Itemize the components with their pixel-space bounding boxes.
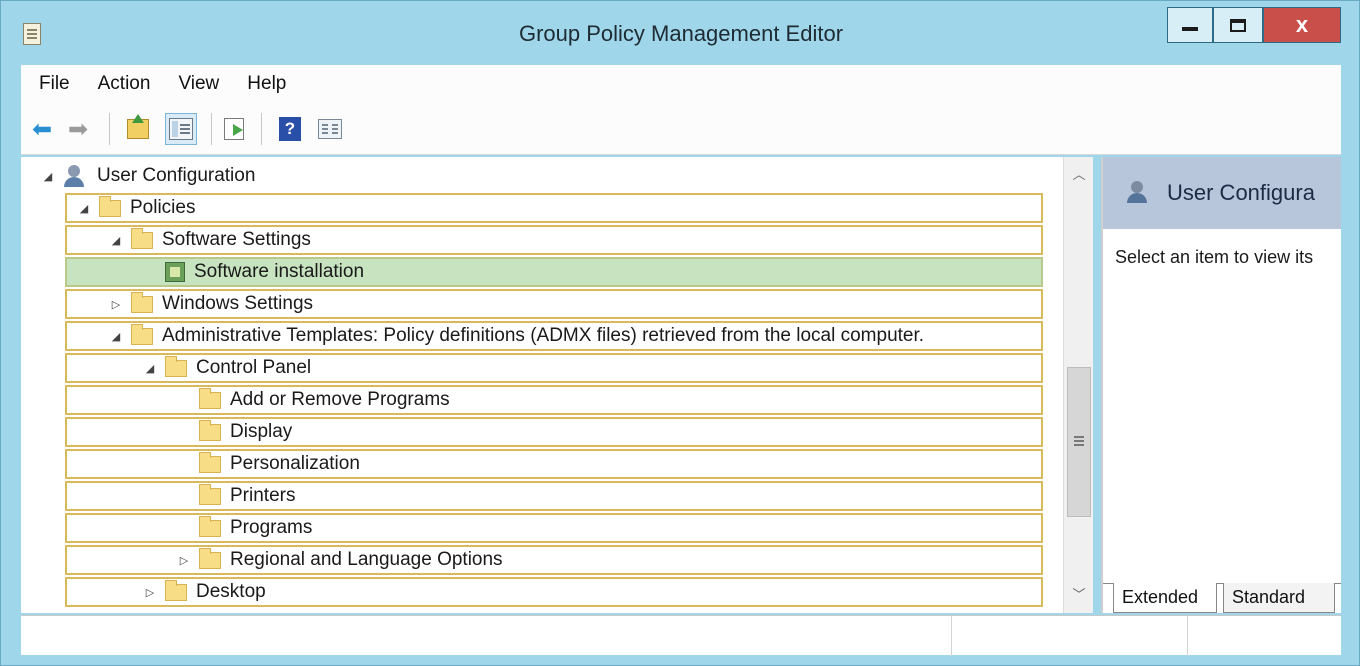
- status-divider: [951, 616, 952, 656]
- tree-node-programs[interactable]: Programs: [65, 513, 1043, 543]
- view-tabs: Extended Standard: [1103, 583, 1341, 613]
- maximize-button[interactable]: [1213, 7, 1263, 43]
- scroll-down-icon[interactable]: ﹀: [1064, 581, 1094, 609]
- tree-node-label: Software Settings: [162, 229, 311, 250]
- back-arrow-icon: ⬅: [31, 115, 53, 143]
- user-configuration-icon: [63, 165, 87, 187]
- tree-scrollbar[interactable]: ︿ ﹀: [1063, 157, 1093, 613]
- help-button[interactable]: ?: [277, 116, 303, 142]
- tree-node-label: Add or Remove Programs: [230, 389, 450, 410]
- tree-node-label: Software installation: [194, 261, 365, 282]
- toolbar-separator: [261, 113, 262, 145]
- folder-icon: [165, 579, 187, 601]
- maximize-icon: [1230, 18, 1246, 32]
- close-button[interactable]: x: [1263, 7, 1341, 43]
- back-button[interactable]: ⬅: [29, 115, 55, 143]
- tree-node-printers[interactable]: Printers: [65, 481, 1043, 511]
- expand-collapse-icon[interactable]: ▷: [141, 586, 159, 599]
- folder-icon: [199, 419, 221, 441]
- tree-node-personalization[interactable]: Personalization: [65, 449, 1043, 479]
- expand-collapse-icon[interactable]: ◢: [39, 170, 57, 183]
- tree-node-software-installation[interactable]: Software installation: [65, 257, 1043, 287]
- tree-node-control-panel[interactable]: ◢ Control Panel: [65, 353, 1043, 383]
- folder-icon: [99, 195, 121, 217]
- menu-view[interactable]: View: [178, 73, 219, 95]
- tree-node-label: Administrative Templates: Policy definit…: [162, 325, 925, 346]
- tree-node-desktop[interactable]: ▷ Desktop: [65, 577, 1043, 607]
- tree-node-software-settings[interactable]: ◢ Software Settings: [65, 225, 1043, 255]
- title-bar[interactable]: Group Policy Management Editor x: [1, 1, 1359, 65]
- folder-icon: [131, 227, 153, 249]
- properties-icon: [318, 119, 342, 139]
- folder-icon: [199, 387, 221, 409]
- tree-node-label: Printers: [230, 485, 296, 506]
- expand-collapse-icon[interactable]: ▷: [175, 554, 193, 567]
- description-pane: User Configura Select an item to view it…: [1101, 157, 1341, 613]
- description-header: User Configura: [1103, 157, 1341, 229]
- status-divider: [1187, 616, 1188, 656]
- folder-icon: [131, 323, 153, 345]
- description-text: Select an item to view its: [1115, 247, 1314, 267]
- software-installation-icon: [165, 262, 185, 282]
- tab-extended[interactable]: Extended: [1113, 583, 1217, 613]
- folder-icon: [131, 291, 153, 313]
- status-bar: [21, 615, 1341, 656]
- up-one-level-button[interactable]: [125, 114, 151, 142]
- folder-icon: [199, 515, 221, 537]
- up-one-level-icon: [127, 114, 149, 139]
- show-hide-console-tree-icon: [169, 118, 193, 140]
- expand-collapse-icon[interactable]: ▷: [107, 298, 125, 311]
- menu-bar: File Action View Help: [21, 65, 1341, 103]
- description-title: User Configura: [1167, 180, 1315, 205]
- tab-standard[interactable]: Standard: [1223, 583, 1335, 613]
- show-hide-console-tree-button[interactable]: [165, 113, 197, 145]
- tree-node-label: Display: [230, 421, 293, 442]
- tree-node-label: Policies: [130, 197, 196, 218]
- scrollbar-thumb[interactable]: [1067, 367, 1091, 517]
- toolbar-separator: [211, 113, 212, 145]
- window-title: Group Policy Management Editor: [518, 21, 844, 46]
- tree-node-label: Desktop: [196, 581, 266, 602]
- app-window: Group Policy Management Editor x File Ac…: [0, 0, 1360, 666]
- user-configuration-icon: [1127, 181, 1149, 205]
- tree-node-label: Control Panel: [196, 357, 312, 378]
- tree-node-label: Regional and Language Options: [230, 549, 503, 570]
- expand-collapse-icon[interactable]: ◢: [75, 202, 93, 215]
- forward-button[interactable]: ➡: [65, 115, 91, 143]
- minimize-button[interactable]: [1167, 7, 1213, 43]
- folder-icon: [165, 355, 187, 377]
- toolbar-separator: [109, 113, 110, 145]
- tree-node-label: Programs: [230, 517, 313, 538]
- menu-action[interactable]: Action: [98, 73, 151, 95]
- tree-node-regional-language-options[interactable]: ▷ Regional and Language Options: [65, 545, 1043, 575]
- folder-icon: [199, 547, 221, 569]
- grip-icon: [1074, 436, 1084, 438]
- expand-collapse-icon[interactable]: ◢: [107, 234, 125, 247]
- export-list-icon: [224, 118, 244, 140]
- tree-node-user-configuration[interactable]: ◢ User Configuration: [39, 161, 309, 191]
- tree-node-display[interactable]: Display: [65, 417, 1043, 447]
- tree-node-label: Personalization: [230, 453, 360, 474]
- export-list-button[interactable]: [221, 116, 247, 142]
- expand-collapse-icon[interactable]: ◢: [141, 362, 159, 375]
- tree-node-policies[interactable]: ◢ Policies: [65, 193, 1043, 223]
- tree-node-administrative-templates[interactable]: ◢ Administrative Templates: Policy defin…: [65, 321, 1043, 351]
- tree-node-label: User Configuration: [97, 165, 256, 186]
- folder-icon: [199, 483, 221, 505]
- toolbar: ⬅ ➡ ?: [21, 103, 1341, 155]
- properties-button[interactable]: [317, 116, 343, 142]
- expand-collapse-icon[interactable]: ◢: [107, 330, 125, 343]
- tree-node-label: Windows Settings: [162, 293, 314, 314]
- menu-file[interactable]: File: [39, 73, 70, 95]
- console-tree: ◢ User Configuration ◢ Policies ◢ Softwa…: [21, 157, 1063, 613]
- tree-node-windows-settings[interactable]: ▷ Windows Settings: [65, 289, 1043, 319]
- minimize-icon: [1182, 27, 1198, 31]
- menu-help[interactable]: Help: [247, 73, 286, 95]
- forward-arrow-icon: ➡: [67, 115, 89, 143]
- scroll-up-icon[interactable]: ︿: [1064, 161, 1094, 189]
- folder-icon: [199, 451, 221, 473]
- tree-node-add-remove-programs[interactable]: Add or Remove Programs: [65, 385, 1043, 415]
- help-icon: ?: [279, 117, 301, 141]
